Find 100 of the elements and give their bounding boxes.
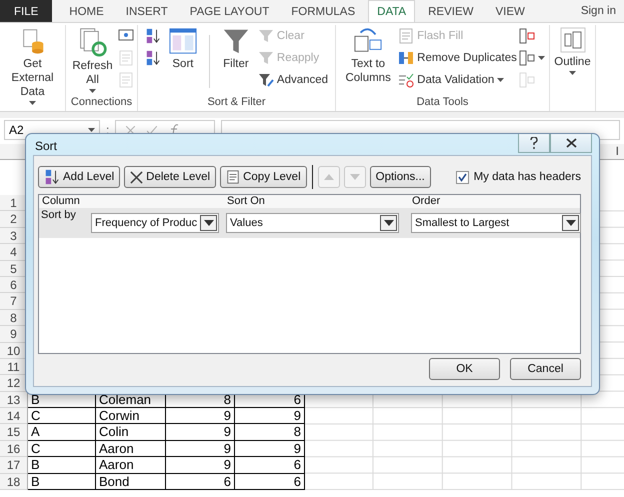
ribbon-tab[interactable]: FILE xyxy=(0,0,52,22)
ribbon-button[interactable]: Remove Duplicates xyxy=(398,48,517,67)
close-icon xyxy=(566,138,576,148)
sort-level-row[interactable]: Sort by Frequency of Produc Values Smallest to Largest xyxy=(39,208,580,238)
group-label: Data Tools xyxy=(416,96,470,110)
table-cell: Aaron xyxy=(96,440,166,458)
sort-by-label: Sort by xyxy=(41,209,77,221)
table-cell: 9 xyxy=(166,424,235,441)
check-icon[interactable] xyxy=(147,126,158,134)
down-arrow-icon xyxy=(384,220,394,226)
table-cell: 6 xyxy=(235,474,305,490)
table-cell: B xyxy=(28,474,96,490)
group-label: Sort & Filter xyxy=(206,96,267,110)
ribbon-button[interactable]: Sort xyxy=(162,25,203,96)
table-cell: 8 xyxy=(235,424,305,441)
funnel-icon xyxy=(258,50,274,66)
column-header[interactable]: I xyxy=(616,144,624,159)
refresh-icon xyxy=(78,27,108,57)
column-heading: Column xyxy=(39,195,224,208)
properties-icon xyxy=(118,50,134,66)
checkbox[interactable] xyxy=(456,170,469,184)
copy-icon xyxy=(226,170,240,184)
check-icon xyxy=(458,172,467,182)
help-button[interactable] xyxy=(518,134,550,153)
sort-icon xyxy=(168,27,197,55)
sign-in-link[interactable]: Sign in xyxy=(572,0,624,22)
table-cell: 9 xyxy=(166,408,235,424)
sort-ascending-icon xyxy=(44,169,60,185)
consolidate-icon xyxy=(518,28,535,44)
column-select[interactable]: Frequency of Produc xyxy=(91,213,219,233)
dialog-title: Sort xyxy=(34,138,58,153)
table-cell: Colin xyxy=(96,424,166,441)
group-label: Connections xyxy=(70,96,134,110)
table-cell: 9 xyxy=(235,408,305,424)
table-cell: C xyxy=(28,440,96,458)
help-icon xyxy=(530,137,538,149)
row-header[interactable]: 14 xyxy=(0,408,27,424)
ribbon-button[interactable] xyxy=(144,26,161,45)
close-button[interactable] xyxy=(550,134,592,153)
order-select[interactable]: Smallest to Largest xyxy=(411,213,581,233)
funnel-icon xyxy=(222,27,250,55)
column-heading: Sort On xyxy=(224,195,409,208)
cancel-icon[interactable] xyxy=(126,126,136,134)
what-if-icon xyxy=(518,50,535,66)
funnel-icon xyxy=(258,28,274,44)
link-icon xyxy=(118,72,134,88)
ribbon-button[interactable]: Get External Data xyxy=(2,25,63,111)
ribbon-button[interactable]: Advanced xyxy=(258,70,328,89)
ribbon-tab[interactable]: HOME xyxy=(60,0,113,22)
toolbar-button[interactable]: Delete Level xyxy=(124,166,216,188)
table-cell: C xyxy=(28,408,96,424)
table-cell: 9 xyxy=(166,457,235,474)
cancel-button[interactable]: Cancel xyxy=(510,358,581,380)
table-cell: A xyxy=(28,424,96,441)
up-arrow-icon xyxy=(324,174,334,180)
column-heading: Order xyxy=(409,195,580,208)
row-header[interactable]: 17 xyxy=(0,457,27,474)
ribbon-tab[interactable]: REVIEW xyxy=(419,0,482,22)
table-cell: 6 xyxy=(235,457,305,474)
ok-button[interactable]: OK xyxy=(429,358,500,380)
toolbar-button[interactable]: Options... xyxy=(370,166,431,188)
outline-icon xyxy=(560,27,586,53)
ribbon-button[interactable]: Filter xyxy=(216,25,256,96)
down-arrow-icon xyxy=(204,220,214,226)
funnel-pencil-icon xyxy=(258,72,274,88)
row-header[interactable]: 15 xyxy=(0,424,27,441)
toolbar-button[interactable]: Add Level xyxy=(38,166,120,188)
row-header[interactable]: 13 xyxy=(0,392,27,408)
relationships-icon xyxy=(518,72,535,88)
toolbar-button[interactable]: Copy Level xyxy=(220,166,307,188)
ribbon-button[interactable]: Text to Columns xyxy=(340,25,396,96)
table-cell: 6 xyxy=(166,474,235,490)
down-arrow-icon xyxy=(350,174,360,180)
ribbon-button[interactable]: Outline xyxy=(552,25,593,111)
table-cell: 9 xyxy=(166,440,235,458)
row-header[interactable]: 16 xyxy=(0,440,27,458)
ribbon-button[interactable]: Refresh All xyxy=(70,25,116,96)
ribbon-tab[interactable]: INSERT xyxy=(116,0,177,22)
headers-checkbox[interactable]: My data has headers xyxy=(456,170,581,184)
ribbon-button[interactable] xyxy=(518,48,545,67)
table-cell: Aaron xyxy=(96,457,166,474)
delete-icon xyxy=(130,170,144,184)
ribbon-tab[interactable]: VIEW xyxy=(486,0,534,22)
data-validation-icon xyxy=(398,72,414,88)
row-header[interactable]: 18 xyxy=(0,474,27,490)
sort-ascending-icon xyxy=(144,28,161,44)
down-arrow-icon xyxy=(566,220,576,226)
ribbon-tab[interactable]: FORMULAS xyxy=(282,0,364,22)
remove-duplicates-icon xyxy=(398,50,414,66)
ribbon-tab[interactable]: PAGE LAYOUT xyxy=(180,0,278,22)
ribbon-tab[interactable]: DATA xyxy=(368,0,416,22)
ribbon-button[interactable] xyxy=(144,48,161,67)
monitor-icon xyxy=(118,28,134,44)
ribbon-button[interactable]: Data Validation xyxy=(398,70,517,89)
sort-on-select[interactable]: Values xyxy=(226,213,399,233)
flash-fill-icon xyxy=(398,28,414,44)
table-cell: 9 xyxy=(235,440,305,458)
table-cell: Corwin xyxy=(96,408,166,424)
sort-descending-icon xyxy=(144,50,161,66)
table-cell: Bond xyxy=(96,474,166,490)
